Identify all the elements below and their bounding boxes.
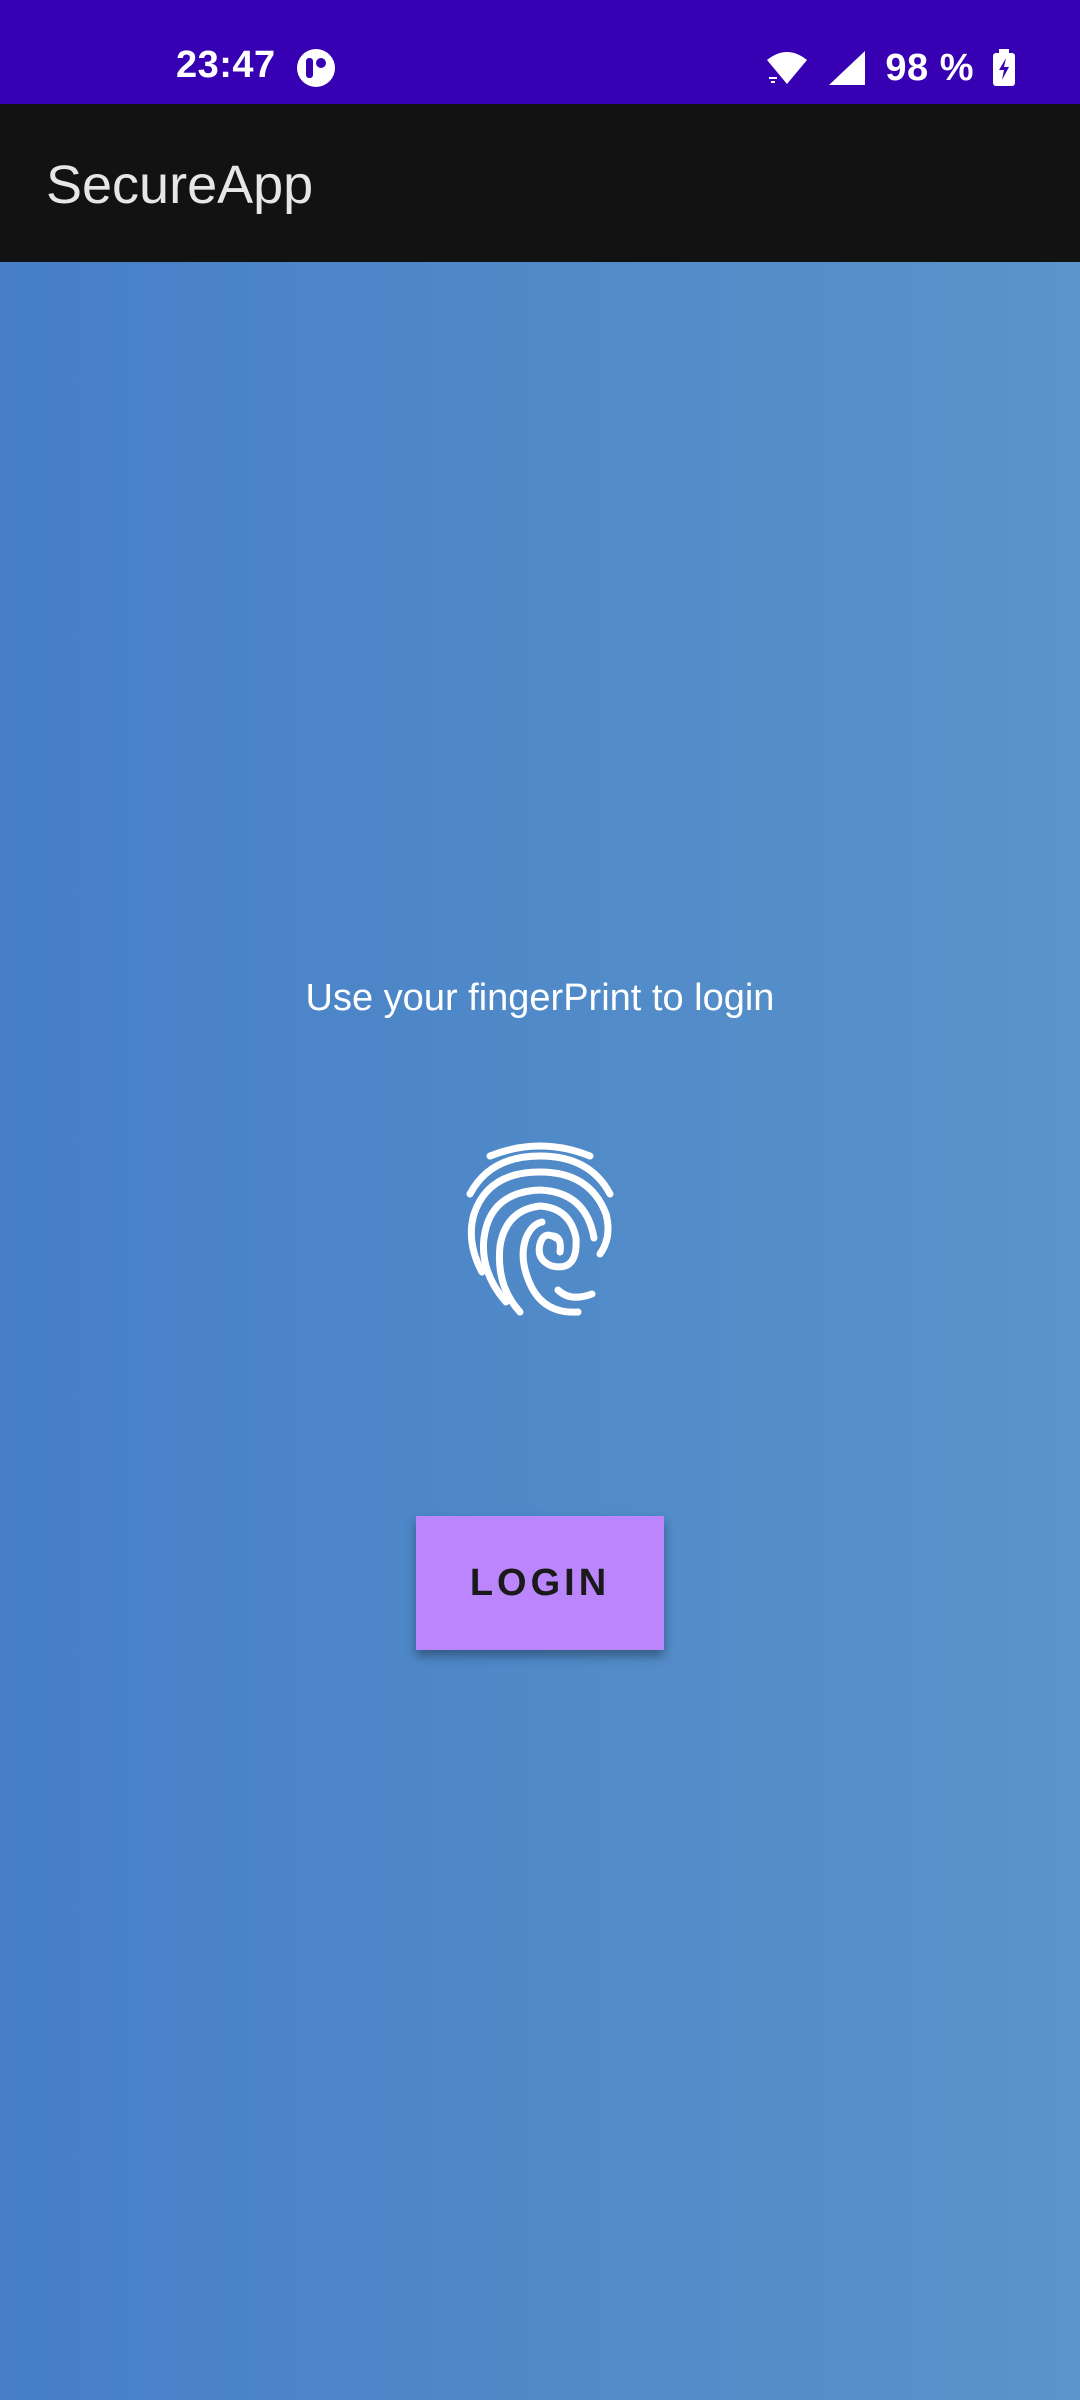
- status-bar: 23:47 98 %: [0, 0, 1080, 104]
- notification-app-icon: [297, 49, 335, 87]
- battery-percentage: 98 %: [885, 46, 974, 89]
- fingerprint-icon[interactable]: [460, 1142, 620, 1322]
- app-bar: SecureApp: [0, 104, 1080, 262]
- signal-icon: [829, 51, 866, 85]
- login-button[interactable]: LOGIN: [416, 1516, 664, 1650]
- main-content: Use your fingerPrint to login LOGIN: [0, 262, 1080, 2400]
- status-time: 23:47: [176, 44, 276, 86]
- status-icons: 98 %: [765, 44, 1016, 92]
- login-screen: 23:47 98 % SecureApp Use your fingerPrin…: [0, 0, 1080, 2400]
- wifi-icon: [767, 52, 808, 84]
- app-title: SecureApp: [46, 155, 314, 215]
- battery-charging-icon: [993, 49, 1015, 86]
- fingerprint-prompt: Use your fingerPrint to login: [305, 977, 775, 1019]
